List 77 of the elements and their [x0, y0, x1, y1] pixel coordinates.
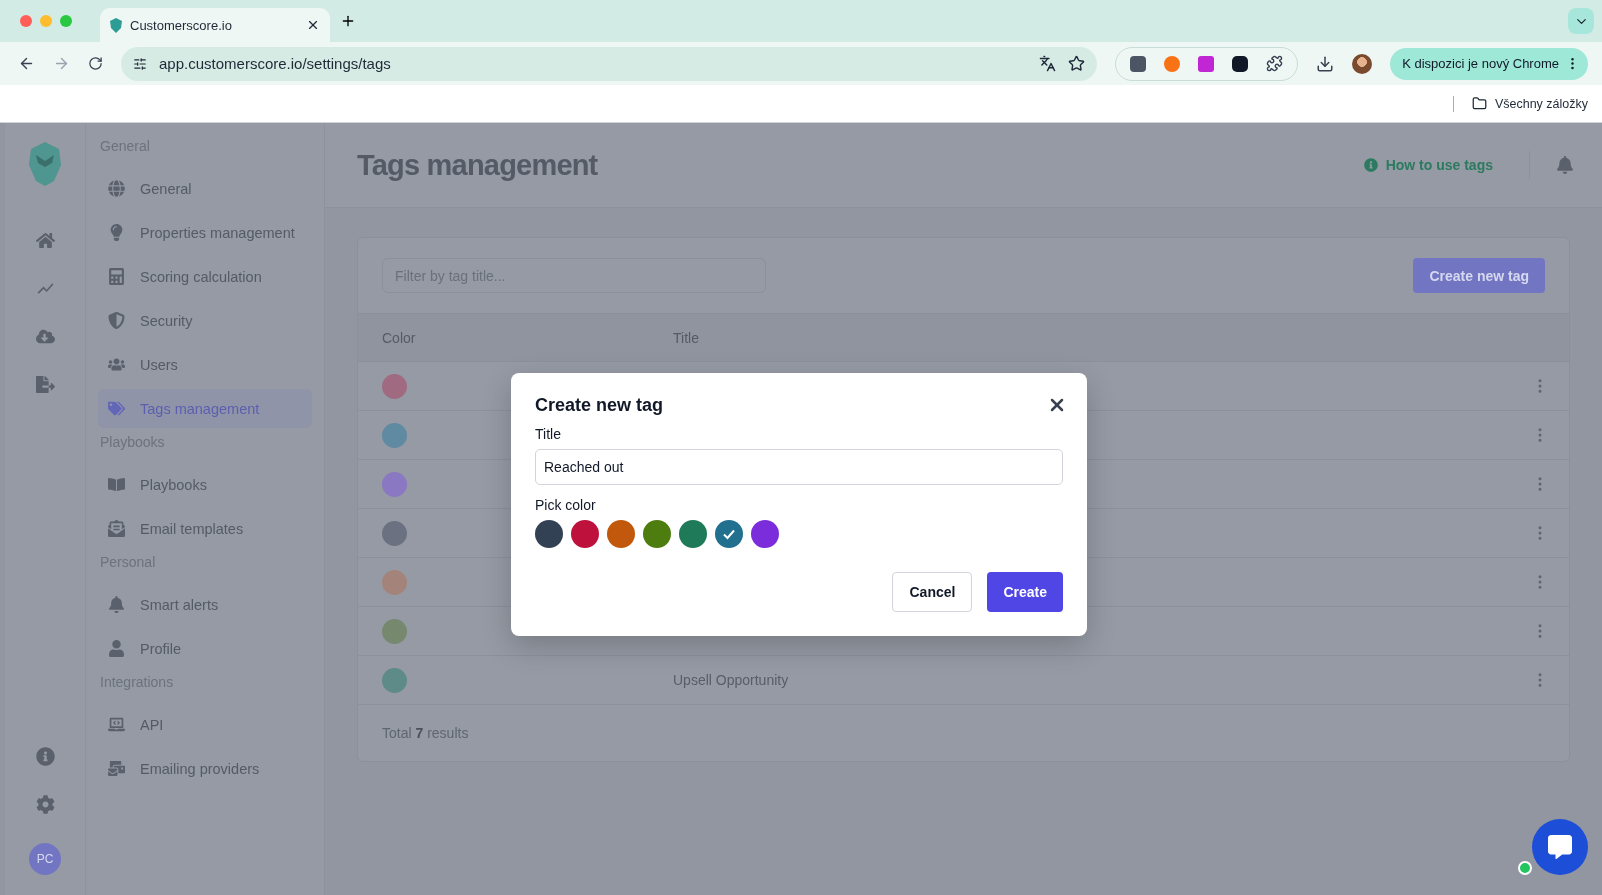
sidebar-item[interactable]: Profile	[98, 629, 312, 668]
tag-icon	[106, 400, 126, 417]
sidebar-item[interactable]: Properties management	[98, 213, 312, 252]
sidebar-item[interactable]: General	[98, 169, 312, 208]
color-swatch[interactable]	[607, 520, 635, 548]
sidebar-item[interactable]: Security	[98, 301, 312, 340]
bell-icon[interactable]	[1556, 156, 1574, 174]
tab-search-button[interactable]	[1568, 8, 1594, 34]
info-icon[interactable]	[35, 747, 55, 766]
reload-icon[interactable]	[88, 56, 103, 71]
envelope-icon	[106, 520, 126, 537]
folder-icon	[1471, 96, 1487, 111]
create-tag-button[interactable]: Create new tag	[1413, 258, 1545, 293]
sidebar-item[interactable]: Playbooks	[98, 465, 312, 504]
column-header: Title	[673, 329, 699, 346]
info-icon	[1363, 158, 1378, 172]
laptop-icon	[106, 716, 126, 733]
url-text: app.customerscore.io/settings/tags	[159, 55, 392, 72]
extension-icon[interactable]	[1130, 55, 1147, 72]
tab-title: Customerscore.io	[130, 17, 233, 33]
address-bar[interactable]: app.customerscore.io/settings/tags	[121, 46, 1098, 81]
cancel-button[interactable]: Cancel	[892, 572, 973, 612]
new-tab-icon[interactable]	[340, 13, 356, 29]
sidebar-item[interactable]: Users	[98, 345, 312, 384]
create-button[interactable]: Create	[987, 572, 1063, 612]
color-swatch[interactable]	[535, 520, 563, 548]
download-icon[interactable]	[1316, 54, 1335, 73]
check-icon	[722, 527, 736, 541]
back-icon[interactable]	[18, 55, 35, 72]
sidebar-item[interactable]: Emailing providers	[98, 749, 312, 788]
chat-button[interactable]	[1532, 819, 1588, 875]
bell-icon	[106, 596, 126, 613]
favicon-icon	[110, 17, 122, 33]
globe-icon	[106, 180, 126, 197]
profile-avatar[interactable]	[1352, 53, 1373, 74]
chat-icon	[1548, 835, 1572, 859]
extension-icon[interactable]	[1232, 55, 1249, 72]
browser-tab[interactable]: Customerscore.io	[100, 8, 330, 42]
sidebar-item[interactable]: Scoring calculation	[98, 257, 312, 296]
calculator-icon	[106, 268, 126, 285]
sidebar-item[interactable]: API	[98, 705, 312, 744]
mail-icon	[106, 760, 126, 777]
forward-icon[interactable]	[53, 55, 70, 72]
translate-icon[interactable]	[1039, 55, 1057, 72]
color-swatch[interactable]	[751, 520, 779, 548]
field-label: Pick color	[535, 497, 597, 513]
tag-title: Upsell Opportunity	[673, 672, 789, 688]
book-icon	[106, 476, 126, 493]
shield-icon	[106, 312, 126, 329]
home-icon[interactable]	[35, 231, 55, 250]
color-swatch[interactable]	[643, 520, 671, 548]
chrome-update-button[interactable]: K dispozici je nový Chrome	[1390, 47, 1588, 80]
settings-icon[interactable]	[35, 795, 55, 814]
user-icon	[106, 640, 126, 657]
file-export-icon[interactable]	[35, 375, 55, 394]
column-header: Color	[382, 329, 417, 346]
puzzle-icon[interactable]	[1266, 55, 1284, 72]
users-icon	[106, 356, 126, 373]
cloud-download-icon[interactable]	[35, 327, 55, 346]
color-swatch[interactable]	[679, 520, 707, 548]
site-settings-icon[interactable]	[133, 56, 147, 71]
user-avatar[interactable]: PC	[29, 843, 61, 875]
field-label: Title	[535, 426, 562, 442]
close-tab-icon[interactable]	[306, 18, 320, 32]
sidebar-item[interactable]: Smart alerts	[98, 585, 312, 624]
logo-icon	[28, 141, 62, 187]
sidebar-item[interactable]: Email templates	[98, 509, 312, 548]
dialog-title: Create new tag	[535, 395, 664, 416]
bookmarks-folder[interactable]: Všechny záložky	[1494, 96, 1588, 111]
color-swatch[interactable]	[715, 520, 743, 548]
star-icon[interactable]	[1068, 55, 1086, 72]
online-status-icon	[1518, 861, 1532, 875]
color-swatch[interactable]	[571, 520, 599, 548]
page-title: Tags management	[357, 148, 599, 182]
title-field[interactable]: Reached out	[535, 449, 1063, 485]
help-link[interactable]: How to use tags	[1363, 151, 1530, 179]
close-window-button[interactable]	[20, 15, 32, 27]
